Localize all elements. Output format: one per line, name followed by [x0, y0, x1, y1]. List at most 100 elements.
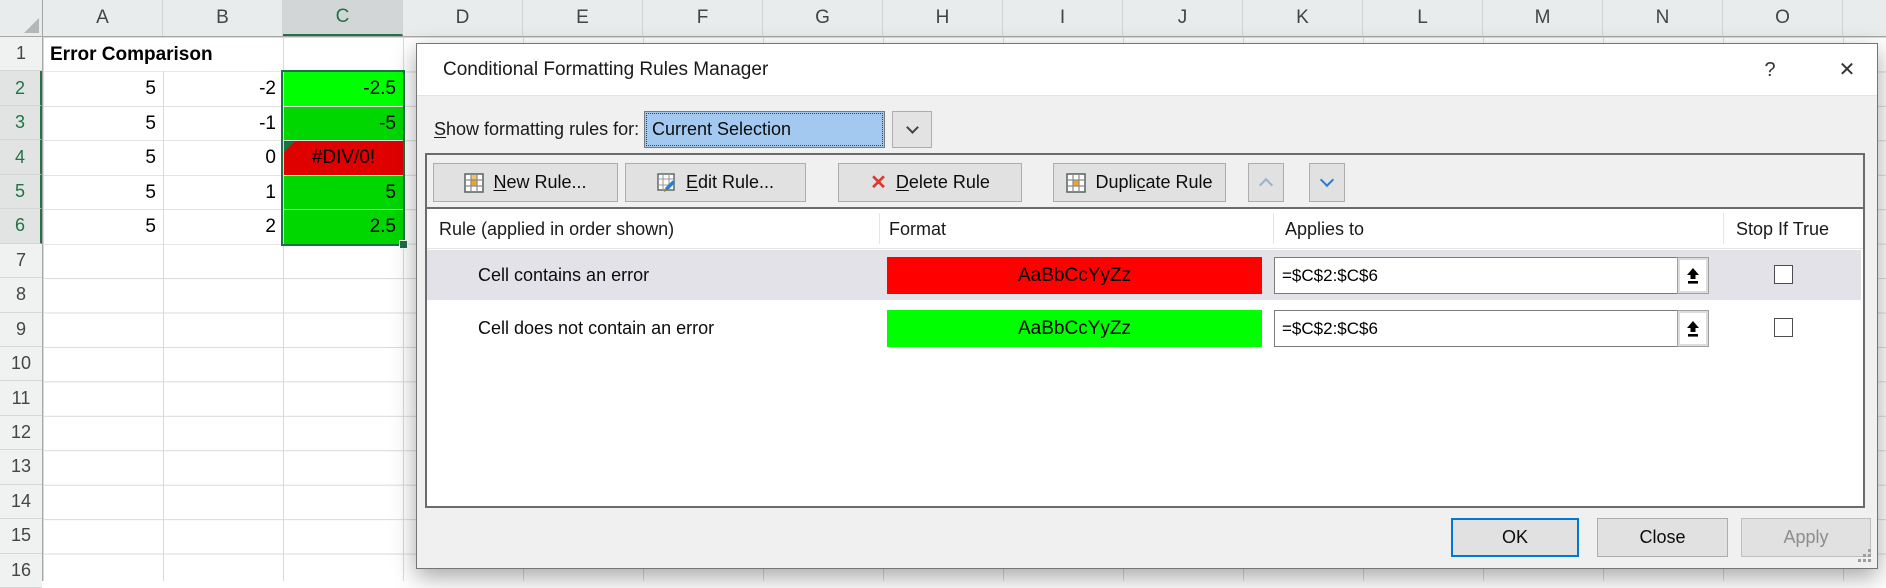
chevron-up-icon	[1259, 178, 1273, 192]
grid-cell-B4[interactable]: 0	[164, 141, 283, 174]
grid-cell-B5[interactable]: 1	[164, 176, 283, 209]
row-header-15[interactable]: 15	[0, 519, 42, 553]
new-rule-grid-icon	[464, 173, 484, 193]
move-rule-up-button[interactable]	[1248, 163, 1284, 202]
resize-grip[interactable]	[1857, 548, 1872, 563]
header-separator	[879, 213, 880, 244]
collapse-dialog-arrow-icon	[1685, 267, 1701, 285]
rules-list: Rule (applied in order shown) Format App…	[427, 207, 1863, 506]
column-header-K[interactable]: K	[1243, 0, 1363, 36]
column-header-format: Format	[889, 209, 946, 249]
row-header-14[interactable]: 14	[0, 485, 42, 519]
range-picker-button[interactable]	[1677, 310, 1709, 347]
applies-to-input[interactable]	[1274, 310, 1678, 347]
grid-cell-A2[interactable]: 5	[44, 72, 163, 105]
error-indicator-icon	[284, 141, 295, 152]
new-rule-label: New Rule...	[493, 172, 586, 193]
row-header-4[interactable]: 4	[0, 140, 42, 174]
grid-cell-A6[interactable]: 5	[44, 210, 163, 243]
column-header-I[interactable]: I	[1003, 0, 1123, 36]
new-rule-button[interactable]: New Rule...	[433, 163, 618, 202]
column-header-N[interactable]: N	[1603, 0, 1723, 36]
row-header-10[interactable]: 10	[0, 347, 42, 381]
column-header-H[interactable]: H	[883, 0, 1003, 36]
close-button[interactable]: Close	[1597, 518, 1728, 557]
range-picker-button[interactable]	[1677, 257, 1709, 294]
help-icon[interactable]: ?	[1752, 44, 1788, 96]
collapse-dialog-arrow-icon	[1685, 320, 1701, 338]
column-header-F[interactable]: F	[643, 0, 763, 36]
column-header-B[interactable]: B	[163, 0, 283, 36]
grid-cell-C2[interactable]: -2.5	[284, 72, 403, 105]
edit-rule-button[interactable]: Edit Rule...	[625, 163, 806, 202]
column-header-partial	[1843, 0, 1886, 36]
dialog-title: Conditional Formatting Rules Manager	[443, 44, 768, 96]
row-headers: 12345678910111213141516	[0, 37, 43, 581]
rule-name: Cell does not contain an error	[478, 303, 714, 353]
column-header-G[interactable]: G	[763, 0, 883, 36]
column-header-applies-to: Applies to	[1285, 209, 1364, 249]
row-header-5[interactable]: 5	[0, 175, 42, 209]
column-header-E[interactable]: E	[523, 0, 643, 36]
grid-cell-C4[interactable]: #DIV/0!	[284, 141, 403, 174]
column-header-rule: Rule (applied in order shown)	[439, 209, 674, 249]
rule-name: Cell contains an error	[478, 250, 649, 300]
rule-row-cell-does-not-contain-error[interactable]: Cell does not contain an error AaBbCcYyZ…	[427, 303, 1861, 353]
grid-cell-C3[interactable]: -5	[284, 107, 403, 140]
row-header-7[interactable]: 7	[0, 244, 42, 278]
rules-panel: New Rule... Edit Rule... ✕ Delete Rule D…	[425, 153, 1865, 508]
header-separator	[1273, 213, 1274, 244]
row-header-8[interactable]: 8	[0, 278, 42, 312]
ok-button[interactable]: OK	[1451, 518, 1579, 557]
applies-to-input[interactable]	[1274, 257, 1678, 294]
grid-cell-C5[interactable]: 5	[284, 176, 403, 209]
show-rules-combobox[interactable]: Current Selection	[644, 111, 885, 148]
stop-if-true-checkbox[interactable]	[1774, 318, 1793, 337]
grid-cell-A1[interactable]: Error Comparison	[44, 38, 283, 71]
row-header-1[interactable]: 1	[0, 37, 42, 71]
select-all-corner[interactable]	[0, 0, 43, 37]
grid-cell-B2[interactable]: -2	[164, 72, 283, 105]
dialog-titlebar[interactable]: Conditional Formatting Rules Manager ? ✕	[417, 44, 1877, 96]
apply-button[interactable]: Apply	[1741, 518, 1871, 557]
grid-cell-A3[interactable]: 5	[44, 107, 163, 140]
grid-cell-C6[interactable]: 2.5	[284, 210, 403, 243]
duplicate-rule-grid-icon	[1066, 173, 1086, 193]
move-rule-down-button[interactable]	[1309, 163, 1345, 202]
chevron-down-icon	[1320, 173, 1334, 187]
conditional-formatting-rules-manager-dialog: Conditional Formatting Rules Manager ? ✕…	[416, 43, 1878, 569]
row-header-2[interactable]: 2	[0, 71, 42, 105]
row-header-11[interactable]: 11	[0, 381, 42, 415]
column-header-J[interactable]: J	[1123, 0, 1243, 36]
column-header-L[interactable]: L	[1363, 0, 1483, 36]
row-header-12[interactable]: 12	[0, 416, 42, 450]
rule-row-cell-contains-error[interactable]: Cell contains an error AaBbCcYyZz	[427, 250, 1861, 300]
grid-cell-B3[interactable]: -1	[164, 107, 283, 140]
row-header-6[interactable]: 6	[0, 209, 42, 243]
column-header-O[interactable]: O	[1723, 0, 1843, 36]
delete-x-icon: ✕	[870, 173, 887, 193]
grid-cell-B6[interactable]: 2	[164, 210, 283, 243]
combobox-dropdown-button[interactable]	[892, 111, 932, 148]
grid-cell-A4[interactable]: 5	[44, 141, 163, 174]
delete-rule-button[interactable]: ✕ Delete Rule	[838, 163, 1022, 202]
row-header-16[interactable]: 16	[0, 554, 42, 588]
grid-cell-A5[interactable]: 5	[44, 176, 163, 209]
row-header-13[interactable]: 13	[0, 450, 42, 484]
row-header-9[interactable]: 9	[0, 313, 42, 347]
header-separator	[1723, 213, 1724, 244]
column-headers: ABCDEFGHIJKLMNO	[43, 0, 1886, 37]
duplicate-rule-button[interactable]: Duplicate Rule	[1053, 163, 1226, 202]
delete-rule-label: Delete Rule	[896, 172, 990, 193]
duplicate-rule-label: Duplicate Rule	[1095, 172, 1212, 193]
column-header-A[interactable]: A	[43, 0, 163, 36]
close-icon[interactable]: ✕	[1825, 44, 1869, 96]
format-preview-swatch: AaBbCcYyZz	[887, 257, 1262, 294]
stop-if-true-checkbox[interactable]	[1774, 265, 1793, 284]
show-rules-label: Show formatting rules for:	[434, 111, 639, 148]
column-header-D[interactable]: D	[403, 0, 523, 36]
rules-list-header: Rule (applied in order shown) Format App…	[427, 209, 1863, 249]
column-header-C[interactable]: C	[283, 0, 403, 36]
row-header-3[interactable]: 3	[0, 106, 42, 140]
column-header-M[interactable]: M	[1483, 0, 1603, 36]
